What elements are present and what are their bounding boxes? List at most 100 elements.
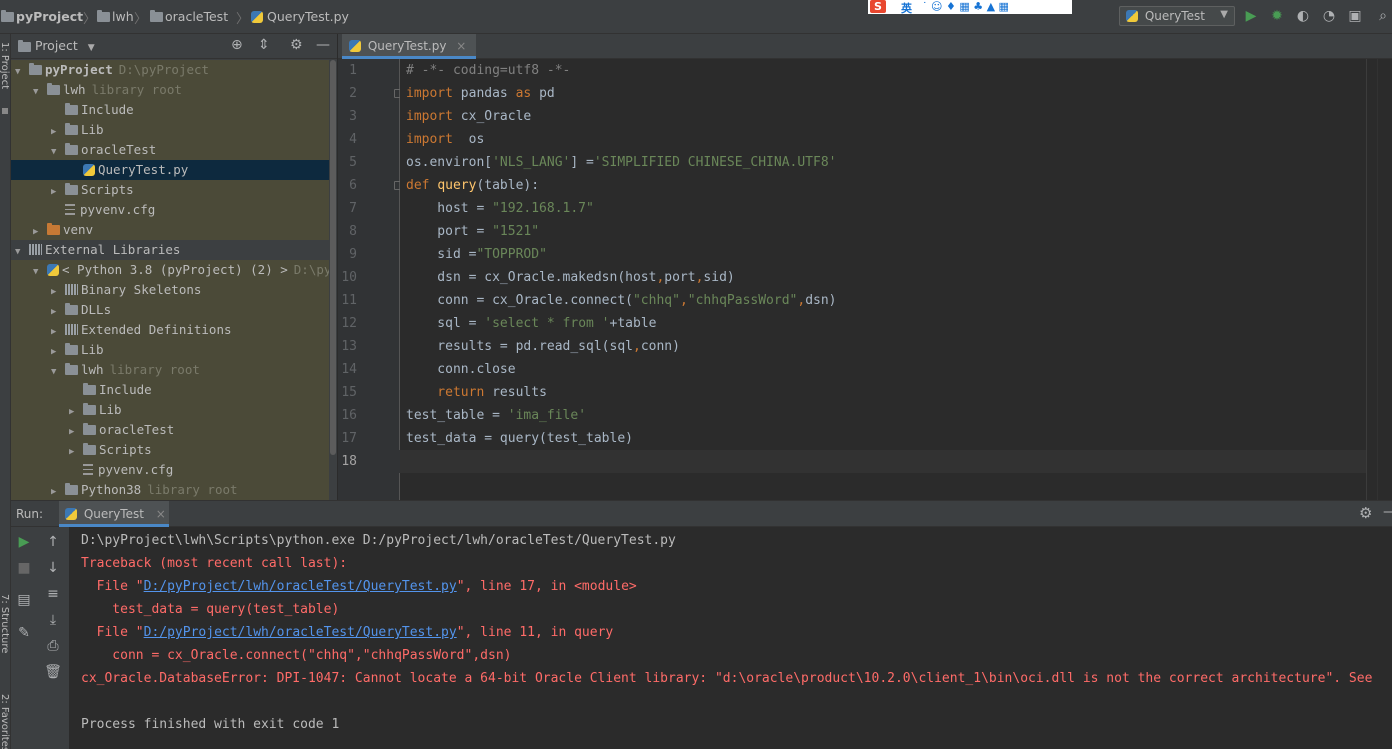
hide-panel-icon[interactable]: — — [1383, 504, 1392, 520]
collapsed-arrow-icon[interactable]: ▶ — [33, 222, 43, 242]
collapsed-arrow-icon[interactable]: ▶ — [51, 302, 61, 322]
editor-gutter[interactable]: 1 2 3 4 5 6 7 8 9 10 11 12 13 14 15 16 17 18 — [338, 59, 403, 500]
editor-tab-querytest[interactable]: QueryTest.py × — [342, 34, 476, 59]
tree-item[interactable]: ▼ lwh library root — [11, 360, 329, 380]
editor-scrollbar[interactable] — [1377, 59, 1392, 500]
tree-item[interactable]: ▶ Lib — [11, 400, 329, 420]
line-number[interactable]: 3 — [327, 105, 357, 128]
profile-icon[interactable]: ◔ — [1320, 7, 1338, 25]
gear-icon[interactable]: ⚙ — [290, 37, 303, 53]
collapsed-arrow-icon[interactable]: ▶ — [69, 422, 79, 442]
rerun-icon[interactable]: ▶ — [14, 532, 34, 552]
project-view-select[interactable]: Project ▼ — [35, 38, 95, 53]
tree-item[interactable]: ▼ pyProject D:\pyProject — [11, 60, 329, 80]
tree-item[interactable]: ▶ Lib — [11, 340, 329, 360]
line-number[interactable]: 17 — [327, 427, 357, 450]
expanded-arrow-icon[interactable]: ▼ — [33, 82, 43, 102]
collapse-all-icon[interactable]: ⇕ — [258, 37, 270, 53]
console-output[interactable]: D:\pyProject\lwh\Scripts\python.exe D:/p… — [69, 527, 1392, 749]
tree-item[interactable]: QueryTest.py — [11, 160, 329, 180]
line-number[interactable]: 15 — [327, 381, 357, 404]
tree-item[interactable]: ▶ DLLs — [11, 300, 329, 320]
run-tab-querytest[interactable]: QueryTest × — [59, 501, 169, 527]
hide-panel-icon[interactable]: — — [316, 37, 330, 53]
pin-tab-icon[interactable]: ✎ — [14, 623, 34, 643]
collapsed-arrow-icon[interactable]: ▶ — [69, 442, 79, 462]
tree-item[interactable]: ▼ External Libraries — [11, 240, 329, 260]
coverage-icon[interactable]: ◐ — [1294, 7, 1312, 25]
ime-tools-icon[interactable]: ˙ ☺ ♦ ▦ ♣ ▲ ▦ — [922, 0, 1009, 13]
file-link[interactable]: D:/pyProject/lwh/oracleTest/QueryTest.py — [144, 625, 457, 640]
expanded-arrow-icon[interactable]: ▼ — [15, 62, 25, 82]
expanded-arrow-icon[interactable]: ▼ — [33, 262, 43, 282]
tree-item[interactable]: ▶ venv — [11, 220, 329, 240]
tree-item[interactable]: Include — [11, 100, 329, 120]
tree-item[interactable]: ▼ oracleTest — [11, 140, 329, 160]
breadcrumb-project[interactable]: pyProject — [16, 9, 83, 24]
gear-icon[interactable]: ⚙ — [1359, 504, 1372, 522]
line-number[interactable]: 7 — [327, 197, 357, 220]
line-number[interactable]: 11 — [327, 289, 357, 312]
tree-item[interactable]: pyvenv.cfg — [11, 200, 329, 220]
tree-item[interactable]: Include — [11, 380, 329, 400]
line-number[interactable]: 4 — [327, 128, 357, 151]
line-number[interactable]: 9 — [327, 243, 357, 266]
collapsed-arrow-icon[interactable]: ▶ — [51, 122, 61, 142]
line-number[interactable]: 5 — [327, 151, 357, 174]
collapsed-arrow-icon[interactable]: ▶ — [51, 482, 61, 500]
ime-logo-icon[interactable]: S — [870, 0, 886, 13]
stop-icon[interactable]: ▣ — [1346, 7, 1364, 25]
collapsed-arrow-icon[interactable]: ▶ — [51, 322, 61, 342]
tree-item[interactable]: ▶ Python38 library root — [11, 480, 329, 500]
tree-item[interactable]: ▼< Python 3.8 (pyProject) (2) >D:\pyPr — [11, 260, 337, 282]
line-number[interactable]: 6 — [327, 174, 357, 197]
ime-toolbar[interactable]: S 英 ˙ ☺ ♦ ▦ ♣ ▲ ▦ — [868, 0, 1072, 16]
line-number[interactable]: 13 — [327, 335, 357, 358]
tree-item[interactable]: ▶ Scripts — [11, 180, 329, 200]
line-number[interactable]: 1 — [327, 59, 357, 82]
scroll-down-icon[interactable]: ↓ — [43, 558, 63, 578]
collapsed-arrow-icon[interactable]: ▶ — [51, 182, 61, 202]
tree-item[interactable]: ▶ Scripts — [11, 440, 329, 460]
more-icon[interactable]: ⌕ — [1374, 7, 1392, 25]
line-number[interactable]: 16 — [327, 404, 357, 427]
tree-item[interactable]: ▶ Lib — [11, 120, 329, 140]
close-tab-icon[interactable]: × — [156, 507, 166, 521]
line-number[interactable]: 2 — [327, 82, 357, 105]
tree-item[interactable]: ▶ Extended Definitions — [11, 320, 329, 340]
collapsed-arrow-icon[interactable]: ▶ — [51, 282, 61, 302]
collapsed-arrow-icon[interactable]: ▶ — [69, 402, 79, 422]
print-icon[interactable]: ⎙ — [43, 636, 63, 656]
line-number[interactable]: 12 — [327, 312, 357, 335]
scroll-to-end-icon[interactable]: ⤓ — [43, 610, 63, 630]
breadcrumb-lwh[interactable]: lwh — [112, 9, 134, 24]
structure-tool-button[interactable]: 7: Structure — [0, 594, 10, 653]
line-number[interactable]: 18 — [327, 450, 357, 473]
collapsed-arrow-icon[interactable]: ▶ — [51, 342, 61, 362]
file-link[interactable]: D:/pyProject/lwh/oracleTest/QueryTest.py — [144, 579, 457, 594]
tree-item[interactable]: ▶ oracleTest — [11, 420, 329, 440]
debug-icon[interactable]: ✹ — [1268, 7, 1286, 25]
breadcrumb-oracletest[interactable]: oracleTest — [165, 9, 228, 24]
tree-item[interactable]: ▶ Binary Skeletons — [11, 280, 329, 300]
line-number[interactable]: 8 — [327, 220, 357, 243]
locate-file-icon[interactable]: ⊕ — [231, 37, 243, 53]
line-number[interactable]: 14 — [327, 358, 357, 381]
tree-item[interactable]: ▼ lwh library root — [11, 80, 329, 100]
soft-wrap-icon[interactable]: ≡ — [43, 584, 63, 604]
scroll-up-icon[interactable]: ↑ — [43, 532, 63, 552]
breadcrumb-file[interactable]: QueryTest.py — [267, 9, 349, 24]
code-editor[interactable]: # -*- coding=utf8 -*- import pandas as pd… — [400, 59, 1366, 500]
project-tool-button[interactable]: 1: Project — [0, 42, 10, 89]
run-icon[interactable]: ▶ — [1242, 7, 1260, 25]
ime-language[interactable]: 英 — [901, 0, 912, 16]
close-tab-icon[interactable]: × — [456, 39, 466, 53]
line-number[interactable]: 10 — [327, 266, 357, 289]
tree-item[interactable]: pyvenv.cfg — [11, 460, 329, 480]
run-configuration-select[interactable]: QueryTest ▼ — [1119, 6, 1235, 26]
expanded-arrow-icon[interactable]: ▼ — [51, 362, 61, 382]
stop-icon[interactable]: ■ — [14, 558, 34, 578]
expanded-arrow-icon[interactable]: ▼ — [15, 242, 25, 262]
favorites-tool-button[interactable]: 2: Favorites — [0, 694, 10, 749]
restore-layout-icon[interactable]: ▤ — [14, 590, 34, 610]
